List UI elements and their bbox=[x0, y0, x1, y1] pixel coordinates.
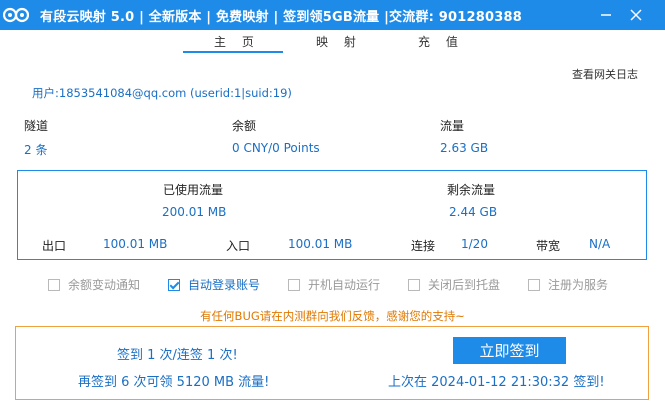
tunnels-label: 隧道 bbox=[24, 119, 49, 133]
option-register-service[interactable]: 注册为服务 bbox=[528, 276, 608, 293]
option-label: 开机自动运行 bbox=[308, 278, 381, 292]
remaining-traffic-value: 2.44 GB bbox=[449, 205, 498, 219]
connections-value: 1/20 bbox=[461, 237, 488, 251]
minimize-icon[interactable] bbox=[595, 4, 617, 26]
active-tab-indicator bbox=[183, 51, 283, 53]
connections-label: 连接 bbox=[411, 239, 436, 253]
user-info: 用户:1853541084@qq.com (userid:1|suid:19) bbox=[32, 86, 292, 100]
options-row: 余额变动通知 自动登录账号 开机自动运行 关闭后到托盘 注册为服务 bbox=[0, 276, 665, 292]
used-traffic-value: 200.01 MB bbox=[162, 205, 227, 219]
tunnels-value: 2 条 bbox=[24, 143, 48, 157]
owl-logo-icon bbox=[3, 7, 29, 23]
tab-bar: 主 页 映 射 充 值 bbox=[0, 30, 665, 52]
remaining-traffic-label: 剩余流量 bbox=[447, 183, 496, 197]
traffic-panel: 已使用流量 200.01 MB 剩余流量 2.44 GB 出口 100.01 M… bbox=[17, 170, 647, 260]
option-label: 自动登录账号 bbox=[188, 278, 261, 292]
signin-panel: 签到 1 次/连签 1 次! 再签到 6 次可领 5120 MB 流量! 立即签… bbox=[15, 326, 649, 400]
option-label: 关闭后到托盘 bbox=[428, 278, 501, 292]
balance-value: 0 CNY/0 Points bbox=[232, 141, 320, 155]
signin-button[interactable]: 立即签到 bbox=[453, 337, 566, 364]
tab-recharge[interactable]: 充 值 bbox=[418, 33, 464, 50]
inbound-value: 100.01 MB bbox=[288, 237, 353, 251]
close-icon[interactable] bbox=[625, 4, 647, 26]
option-minimize-to-tray[interactable]: 关闭后到托盘 bbox=[408, 276, 500, 293]
signin-streak: 签到 1 次/连签 1 次! bbox=[117, 348, 238, 363]
option-auto-start[interactable]: 开机自动运行 bbox=[288, 276, 380, 293]
option-label: 注册为服务 bbox=[548, 278, 609, 292]
bandwidth-value: N/A bbox=[589, 237, 611, 251]
traffic-label: 流量 bbox=[440, 119, 465, 133]
inbound-label: 入口 bbox=[226, 239, 251, 253]
view-gateway-log-link[interactable]: 查看网关日志 bbox=[572, 66, 638, 82]
traffic-value: 2.63 GB bbox=[440, 141, 489, 155]
last-signin: 上次在 2024-01-12 21:30:32 签到! bbox=[388, 375, 605, 390]
balance-label: 余额 bbox=[232, 119, 257, 133]
used-traffic-label: 已使用流量 bbox=[163, 183, 224, 197]
bandwidth-label: 带宽 bbox=[536, 239, 561, 253]
checkbox[interactable] bbox=[408, 278, 420, 291]
outbound-value: 100.01 MB bbox=[103, 237, 168, 251]
checkbox-checked[interactable] bbox=[168, 278, 180, 291]
window-title: 有段云映射 5.0 | 全新版本 | 免费映射 | 签到领5GB流量 |交流群:… bbox=[40, 10, 522, 25]
checkbox[interactable] bbox=[528, 278, 540, 291]
outbound-label: 出口 bbox=[42, 239, 67, 253]
option-auto-login[interactable]: 自动登录账号 bbox=[168, 276, 260, 293]
title-bar: 有段云映射 5.0 | 全新版本 | 免费映射 | 签到领5GB流量 |交流群:… bbox=[0, 0, 665, 30]
option-balance-notify[interactable]: 余额变动通知 bbox=[48, 276, 140, 293]
tab-home[interactable]: 主 页 bbox=[214, 33, 260, 50]
tab-mapping[interactable]: 映 射 bbox=[316, 33, 362, 50]
signin-reward: 再签到 6 次可领 5120 MB 流量! bbox=[78, 375, 270, 390]
checkbox[interactable] bbox=[288, 278, 300, 291]
feedback-notice: 有任何BUG请在内测群向我们反馈，感谢您的支持~ bbox=[200, 309, 465, 323]
checkbox[interactable] bbox=[48, 278, 60, 291]
option-label: 余额变动通知 bbox=[68, 278, 141, 292]
